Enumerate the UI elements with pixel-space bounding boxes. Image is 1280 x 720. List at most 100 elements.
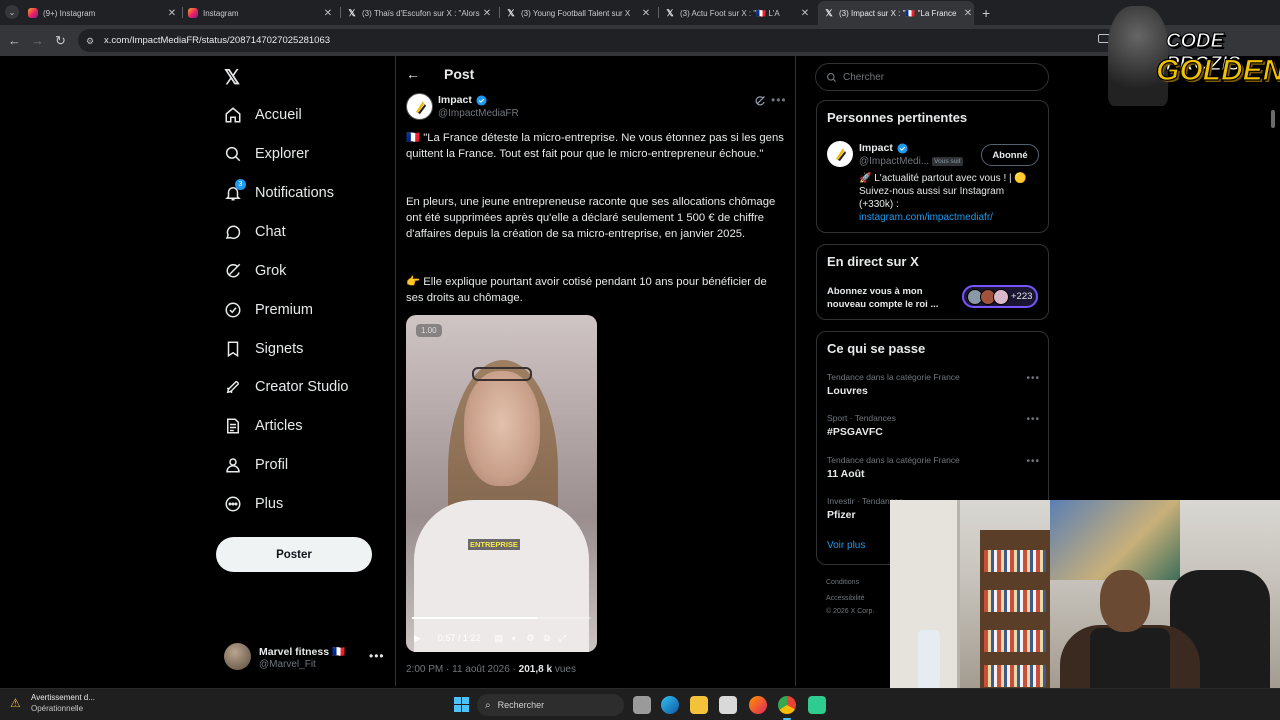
search-input[interactable]: Chercher (815, 63, 1049, 91)
account-switcher[interactable]: Marvel fitness 🇫🇷 @Marvel_Fit ••• (224, 643, 384, 675)
x-logo-icon[interactable]: 𝕏 (224, 65, 240, 90)
nav-item-profile[interactable]: Profil (224, 451, 288, 479)
trend-more-icon[interactable]: ••• (1026, 414, 1040, 425)
listener-count: +223 (1011, 291, 1033, 302)
taskbar-search[interactable]: ⌕ Rechercher (477, 694, 624, 716)
nav-item-creator-studio[interactable]: Creator Studio (224, 373, 349, 401)
store-icon[interactable] (719, 696, 737, 714)
address-bar-row: ← → ↻ ⚙ x.com/ImpactMediaFR/status/20871… (0, 25, 1280, 56)
tab-title: (3) Thaïs d'Escufon sur X : "Alors (362, 8, 480, 18)
close-tab-icon[interactable]: ✕ (481, 8, 493, 19)
nav-item-articles[interactable]: Articles (224, 412, 303, 440)
impact-logo-icon (415, 100, 426, 114)
close-tab-icon[interactable]: ✕ (166, 8, 178, 19)
forward-icon[interactable]: → (31, 33, 44, 48)
chrome-icon[interactable] (778, 696, 796, 720)
premium-icon (224, 301, 242, 319)
live-listeners-pill[interactable]: +223 (962, 285, 1038, 308)
person-name[interactable]: Impact (859, 142, 908, 154)
post-timestamp[interactable]: 2:00 PM · 11 août 2026 · (406, 664, 519, 675)
trend-topic: 11 Août (827, 468, 865, 480)
taskbar-alert-widget[interactable]: ⚠ Avertissement d... Opérationnelle (10, 693, 95, 713)
back-arrow-icon[interactable]: ← (406, 66, 420, 82)
tab-divider (340, 7, 341, 18)
nav-item-chat[interactable]: Chat (224, 218, 286, 246)
post-more-icon[interactable]: ••• (771, 93, 787, 107)
page-scrollbar[interactable] (1271, 110, 1275, 128)
reload-icon[interactable]: ↻ (55, 33, 66, 49)
avatar[interactable] (827, 141, 853, 167)
post-button[interactable]: Poster (216, 537, 372, 572)
close-tab-icon[interactable]: ✕ (799, 8, 811, 19)
post-metadata: 2:00 PM · 11 août 2026 · 201,8 k vues (406, 664, 576, 675)
app-icon[interactable] (808, 696, 826, 714)
more-options-icon[interactable]: ••• (369, 649, 385, 663)
video-progress-fill (412, 617, 538, 619)
edge-browser-icon[interactable] (661, 696, 679, 714)
playback-speed-badge[interactable]: 1.00 (416, 324, 442, 337)
show-more-link[interactable]: Voir plus (827, 540, 865, 551)
nav-item-explore[interactable]: Explorer (224, 140, 309, 168)
settings-icon[interactable]: ⚙ (526, 633, 534, 644)
captions-icon[interactable]: ▤ (494, 633, 503, 644)
close-tab-icon[interactable]: ✕ (640, 8, 652, 19)
trend-topic: #PSGAVFC (827, 426, 883, 438)
author-handle[interactable]: @ImpactMediaFR (438, 108, 519, 119)
author-avatar[interactable] (406, 93, 433, 120)
trend-more-icon[interactable]: ••• (1026, 456, 1040, 467)
view-count: 201,8 k (518, 664, 553, 675)
back-icon[interactable]: ← (8, 33, 21, 48)
new-tab-button[interactable]: + (982, 5, 990, 21)
video-progress-bar[interactable] (412, 617, 591, 619)
nav-item-more[interactable]: Plus (224, 490, 283, 518)
trend-item[interactable]: Tendance dans la catégorie France Louvre… (827, 372, 1042, 397)
play-icon[interactable]: ▶ (414, 633, 421, 644)
fullscreen-icon[interactable]: ⤢ (559, 633, 566, 644)
nav-item-bookmarks[interactable]: Signets (224, 335, 303, 363)
close-tab-icon[interactable]: ✕ (322, 8, 334, 19)
browser-tab-x-3[interactable]: 𝕏 (3) Actu Foot sur X : "🇫🇷 L'A ✕ (665, 3, 811, 23)
following-button[interactable]: Abonné (981, 144, 1039, 166)
live-space-title[interactable]: Abonnez vous à mon nouveau compte le roi… (827, 285, 957, 311)
avatar (224, 643, 251, 670)
video-timestamp: 0:57 / 1:22 (437, 633, 481, 643)
bell-icon: 3 (224, 179, 246, 202)
browser-tab-instagram-2[interactable]: Instagram ✕ (188, 3, 334, 23)
site-settings-icon[interactable]: ⚙ (86, 36, 96, 46)
video-frame-face (464, 371, 540, 486)
trend-item[interactable]: Sport · Tendances #PSGAVFC ••• (827, 413, 1042, 438)
pip-icon[interactable]: ⧉ (543, 633, 549, 644)
nav-item-premium[interactable]: Premium (224, 296, 313, 324)
trend-more-icon[interactable]: ••• (1026, 373, 1040, 384)
footer-copyright: © 2026 X Corp. (826, 608, 875, 615)
person-handle[interactable]: @ImpactMedi... Vous suit (859, 156, 963, 167)
tab-list-button[interactable]: ⌄ (5, 5, 19, 19)
browser-tab-x-2[interactable]: 𝕏 (3) Young Football Talent sur X ✕ (506, 3, 652, 23)
nav-label: Grok (255, 263, 287, 279)
nav-item-grok[interactable]: Grok (224, 257, 286, 285)
video-frame-glasses (472, 367, 532, 381)
firefox-icon[interactable] (749, 696, 767, 714)
windows-start-icon[interactable] (454, 697, 469, 712)
trend-item[interactable]: Tendance dans la catégorie France 11 Aoû… (827, 455, 1042, 480)
nav-item-notifications[interactable]: 3 Notifications (224, 179, 334, 207)
bio-link[interactable]: instagram.com/impactmediafr/ (859, 212, 993, 223)
browser-tab-x-1[interactable]: 𝕏 (3) Thaïs d'Escufon sur X : "Alors ✕ (347, 3, 493, 23)
nav-label: Profil (255, 457, 289, 473)
browser-tab-x-active[interactable]: 𝕏 (3) Impact sur X : "🇫🇷 "La France ✕ (818, 1, 974, 25)
nav-label: Articles (255, 418, 303, 434)
grok-icon[interactable] (754, 95, 766, 107)
close-tab-icon[interactable]: ✕ (962, 8, 974, 19)
video-controls: ▶ 0:57 / 1:22 ▤ 🔈︎ ⚙ ⧉ ⤢ (406, 624, 597, 652)
footer-link-accessibility[interactable]: Accessibilité (826, 595, 865, 602)
nav-item-home[interactable]: Accueil (224, 101, 302, 129)
url-field[interactable]: ⚙ x.com/ImpactMediaFR/status/20871470270… (78, 29, 1118, 52)
author-name[interactable]: Impact (438, 94, 487, 106)
browser-tab-instagram-1[interactable]: (9+) Instagram ✕ (28, 3, 178, 23)
task-view-icon[interactable] (633, 696, 651, 714)
video-player[interactable]: 1.00 ENTREPRISE ▶ 0:57 / 1:22 ▤ 🔈︎ ⚙ ⧉ ⤢ (406, 315, 597, 652)
footer-link-terms[interactable]: Conditions (826, 579, 859, 586)
file-explorer-icon[interactable] (690, 696, 708, 714)
volume-icon[interactable]: 🔈︎ (512, 633, 517, 644)
author-name-text: Impact (438, 94, 472, 106)
